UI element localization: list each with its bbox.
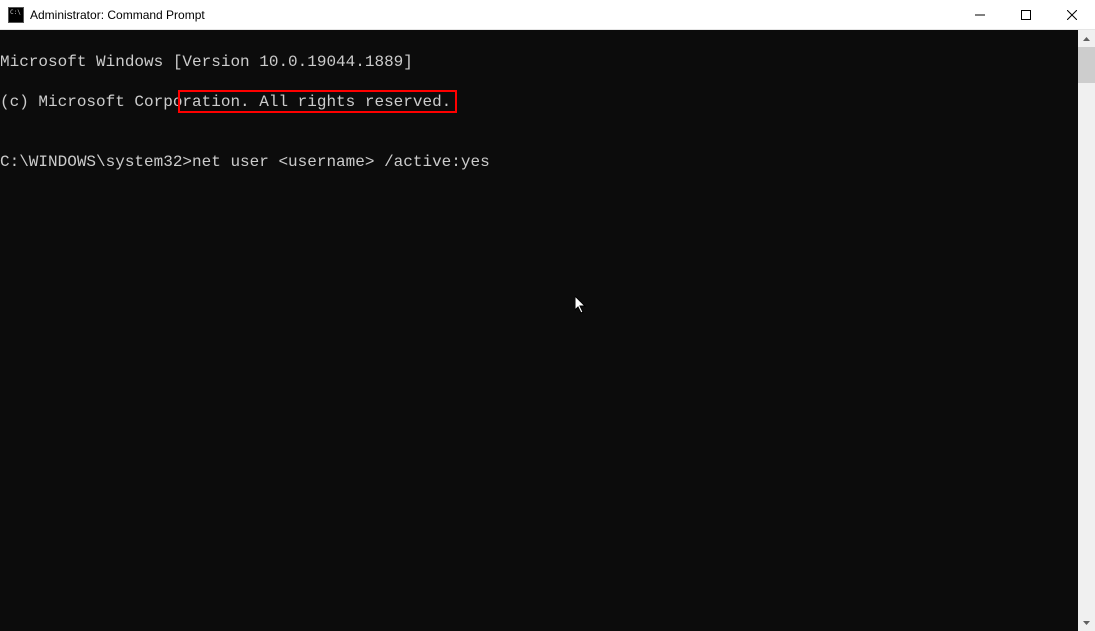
window-title: Administrator: Command Prompt — [30, 8, 957, 22]
terminal-output[interactable]: Microsoft Windows [Version 10.0.19044.18… — [0, 30, 1078, 631]
scroll-up-button[interactable] — [1078, 30, 1095, 47]
prompt-path: C:\WINDOWS\system32> — [0, 153, 192, 171]
minimize-button[interactable] — [957, 0, 1003, 29]
scroll-down-button[interactable] — [1078, 614, 1095, 631]
scrollbar-track[interactable] — [1078, 47, 1095, 614]
window-titlebar: Administrator: Command Prompt — [0, 0, 1095, 30]
copyright-line: (c) Microsoft Corporation. All rights re… — [0, 92, 1078, 112]
typed-command: net user <username> /active:yes — [192, 153, 490, 171]
close-button[interactable] — [1049, 0, 1095, 29]
content-area: Microsoft Windows [Version 10.0.19044.18… — [0, 30, 1095, 631]
version-line: Microsoft Windows [Version 10.0.19044.18… — [0, 52, 1078, 72]
maximize-button[interactable] — [1003, 0, 1049, 29]
vertical-scrollbar[interactable] — [1078, 30, 1095, 631]
window-controls — [957, 0, 1095, 29]
command-prompt-icon — [8, 7, 24, 23]
scrollbar-thumb[interactable] — [1078, 47, 1095, 83]
